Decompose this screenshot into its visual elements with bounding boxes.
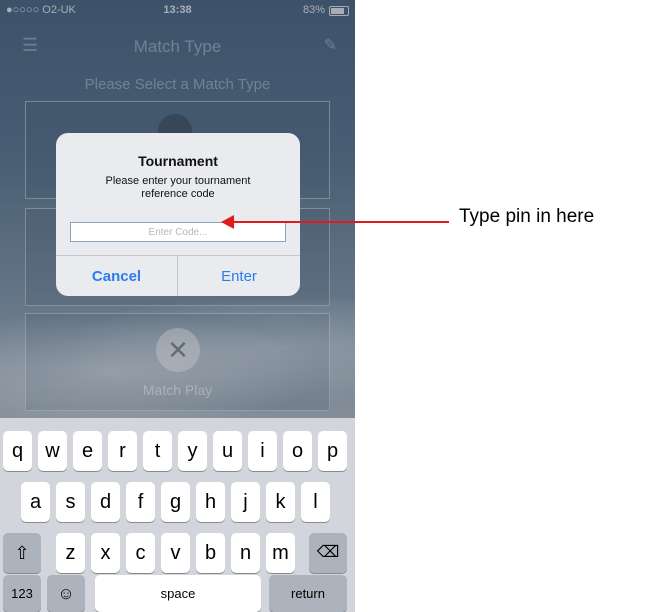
key-i[interactable]: i: [248, 431, 277, 471]
key-z[interactable]: z: [56, 533, 85, 573]
alert-title: Tournament: [138, 153, 218, 169]
key-b[interactable]: b: [196, 533, 225, 573]
key-q[interactable]: q: [3, 431, 32, 471]
backspace-icon: ⌫: [316, 544, 340, 561]
key-a[interactable]: a: [21, 482, 50, 522]
annotation-arrow-line: [232, 221, 449, 223]
key-c[interactable]: c: [126, 533, 155, 573]
key-x[interactable]: x: [91, 533, 120, 573]
key-h[interactable]: h: [196, 482, 225, 522]
key-v[interactable]: v: [161, 533, 190, 573]
keyboard: q w e r t y u i o p a s d f g h j k l ⇧ …: [0, 418, 355, 612]
shift-key[interactable]: ⇧: [3, 533, 41, 573]
key-w[interactable]: w: [38, 431, 67, 471]
tournament-code-input[interactable]: [70, 222, 286, 242]
return-key[interactable]: return: [269, 575, 347, 612]
key-k[interactable]: k: [266, 482, 295, 522]
key-m[interactable]: m: [266, 533, 295, 573]
emoji-icon: ☺: [57, 584, 75, 603]
phone-screen: ●○○○○ O2-UK 13:38 83% ☰ Match Type ✎ Ple…: [0, 0, 355, 612]
key-e[interactable]: e: [73, 431, 102, 471]
key-g[interactable]: g: [161, 482, 190, 522]
key-j[interactable]: j: [231, 482, 260, 522]
backspace-key[interactable]: ⌫: [309, 533, 347, 573]
tournament-alert: Tournament Please enter your tournament …: [56, 133, 300, 296]
key-n[interactable]: n: [231, 533, 260, 573]
key-f[interactable]: f: [126, 482, 155, 522]
key-o[interactable]: o: [283, 431, 312, 471]
key-r[interactable]: r: [108, 431, 137, 471]
cancel-button[interactable]: Cancel: [56, 256, 178, 296]
key-p[interactable]: p: [318, 431, 347, 471]
annotation-arrow-head: [221, 215, 234, 229]
key-y[interactable]: y: [178, 431, 207, 471]
key-t[interactable]: t: [143, 431, 172, 471]
alert-message: Please enter your tournament reference c…: [105, 175, 251, 200]
key-u[interactable]: u: [213, 431, 242, 471]
shift-icon: ⇧: [14, 543, 30, 563]
alert-button-row: Cancel Enter: [56, 255, 300, 296]
space-key[interactable]: space: [95, 575, 261, 612]
emoji-key[interactable]: ☺: [47, 575, 85, 612]
key-l[interactable]: l: [301, 482, 330, 522]
key-s[interactable]: s: [56, 482, 85, 522]
key-d[interactable]: d: [91, 482, 120, 522]
enter-button[interactable]: Enter: [178, 256, 300, 296]
annotation-label: Type pin in here: [459, 206, 595, 227]
numbers-key[interactable]: 123: [3, 575, 41, 612]
